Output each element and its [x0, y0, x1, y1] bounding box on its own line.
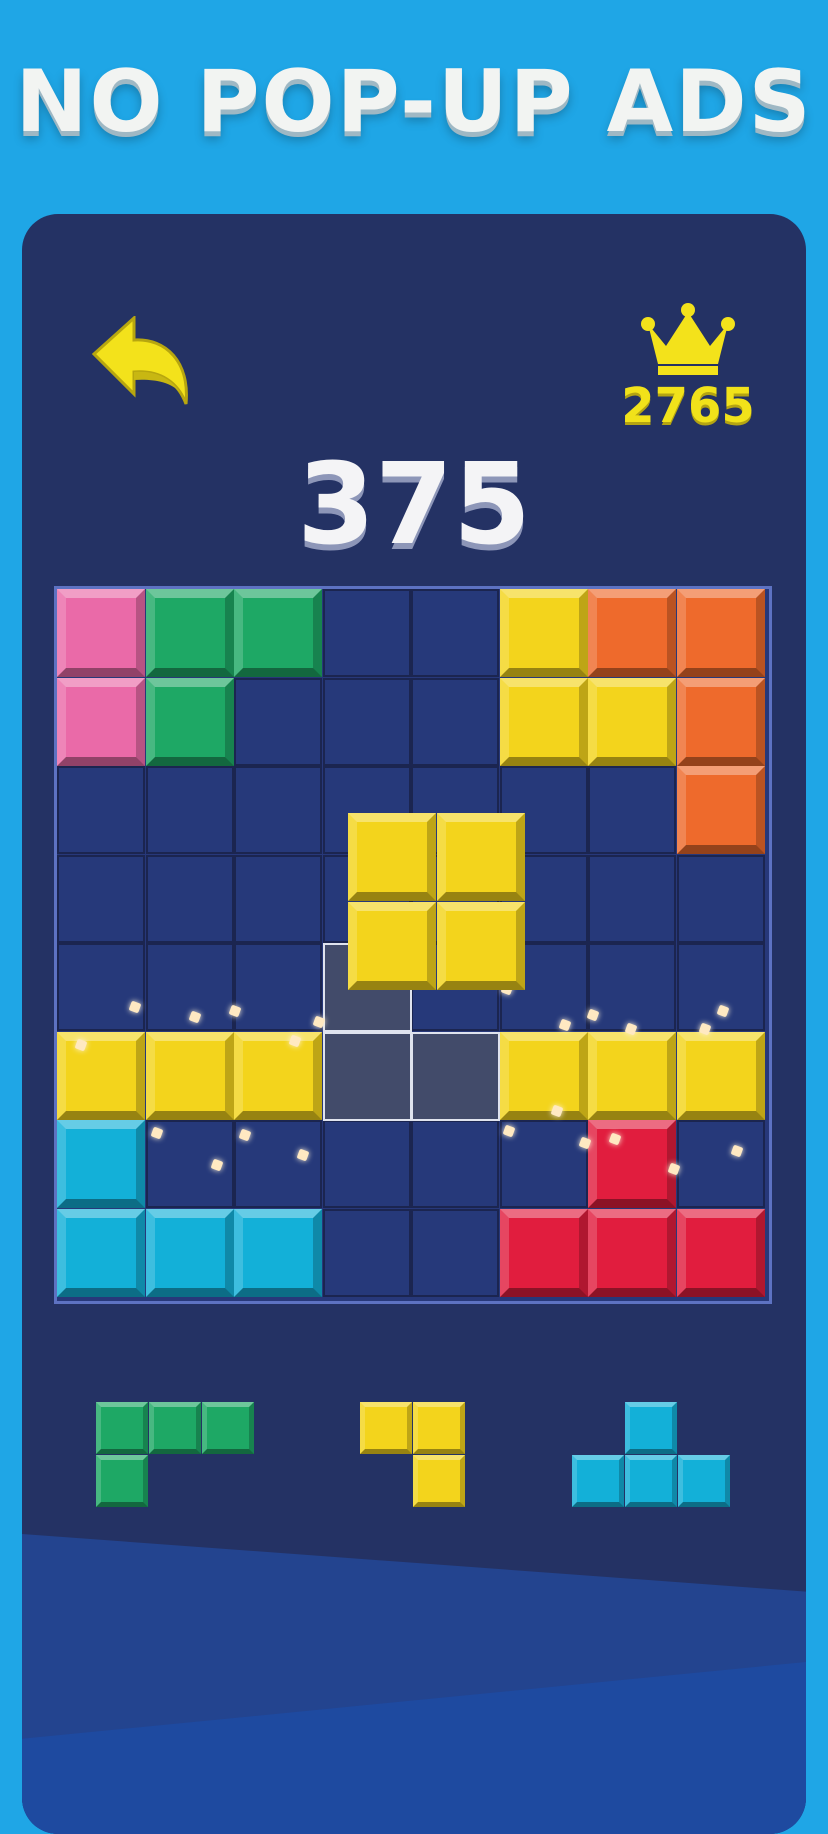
board-cell: [588, 943, 676, 1031]
dragging-block: [436, 813, 525, 901]
tray-block: [572, 1455, 624, 1507]
dragging-block: [347, 813, 436, 901]
yellow-block: [499, 677, 588, 766]
green-block: [145, 677, 234, 766]
tray-block: [96, 1455, 148, 1507]
board-cell: [411, 677, 499, 766]
board-cell: [234, 854, 322, 943]
red-block: [588, 1208, 676, 1297]
tray-block: [96, 1402, 148, 1454]
yellow-block: [588, 677, 676, 766]
board-cell: [234, 766, 322, 854]
board-cell: [145, 854, 234, 943]
tray-block: [413, 1455, 465, 1507]
board-cell: [676, 943, 765, 1031]
yellow-block: [145, 1031, 234, 1120]
orange-block: [588, 589, 676, 677]
board-cell: [322, 1120, 411, 1208]
tray-block: [360, 1402, 412, 1454]
yellow-block: [499, 1031, 588, 1120]
pink-block: [57, 677, 145, 766]
tray-block: [625, 1402, 677, 1454]
orange-block: [676, 677, 765, 766]
board-cell: [588, 854, 676, 943]
tray-block: [149, 1402, 201, 1454]
tray-block: [678, 1455, 730, 1507]
board-cell: [411, 1120, 499, 1208]
dragging-block: [436, 902, 525, 990]
green-block: [234, 589, 322, 677]
orange-block: [676, 589, 765, 677]
placement-preview-cell: [411, 1031, 500, 1121]
yellow-block: [234, 1031, 322, 1120]
board-cell: [57, 943, 145, 1031]
tray-block: [202, 1402, 254, 1454]
back-arrow-icon[interactable]: [88, 316, 198, 416]
board-cell: [322, 589, 411, 677]
board-cell: [234, 677, 322, 766]
tray-block: [413, 1402, 465, 1454]
yellow-block: [588, 1031, 676, 1120]
board-cell: [676, 854, 765, 943]
board-cell: [234, 943, 322, 1031]
yellow-block: [57, 1031, 145, 1120]
yellow-block: [676, 1031, 765, 1120]
green-block: [145, 589, 234, 677]
board-cell: [322, 677, 411, 766]
board-cell: [411, 1208, 499, 1297]
pink-block: [57, 589, 145, 677]
cyan-block: [57, 1208, 145, 1297]
board-cell: [322, 1208, 411, 1297]
orange-block: [676, 766, 765, 854]
cyan-block: [234, 1208, 322, 1297]
dragging-block: [347, 902, 436, 990]
board-cell: [57, 854, 145, 943]
board-cell: [676, 1120, 765, 1208]
promo-banner-text: NO POP-UP ADS: [15, 52, 813, 152]
current-score: 375: [297, 440, 531, 570]
red-block: [499, 1208, 588, 1297]
board-cell: [588, 766, 676, 854]
tray-block: [625, 1455, 677, 1507]
placement-preview-cell: [322, 1031, 412, 1121]
board-cell: [411, 589, 499, 677]
crown-icon: [641, 303, 735, 375]
best-score: 2765: [621, 378, 755, 434]
cyan-block: [145, 1208, 234, 1297]
board-cell: [57, 766, 145, 854]
yellow-block: [499, 589, 588, 677]
red-block: [676, 1208, 765, 1297]
red-block: [588, 1120, 676, 1208]
cyan-block: [57, 1120, 145, 1208]
board-cell: [145, 766, 234, 854]
